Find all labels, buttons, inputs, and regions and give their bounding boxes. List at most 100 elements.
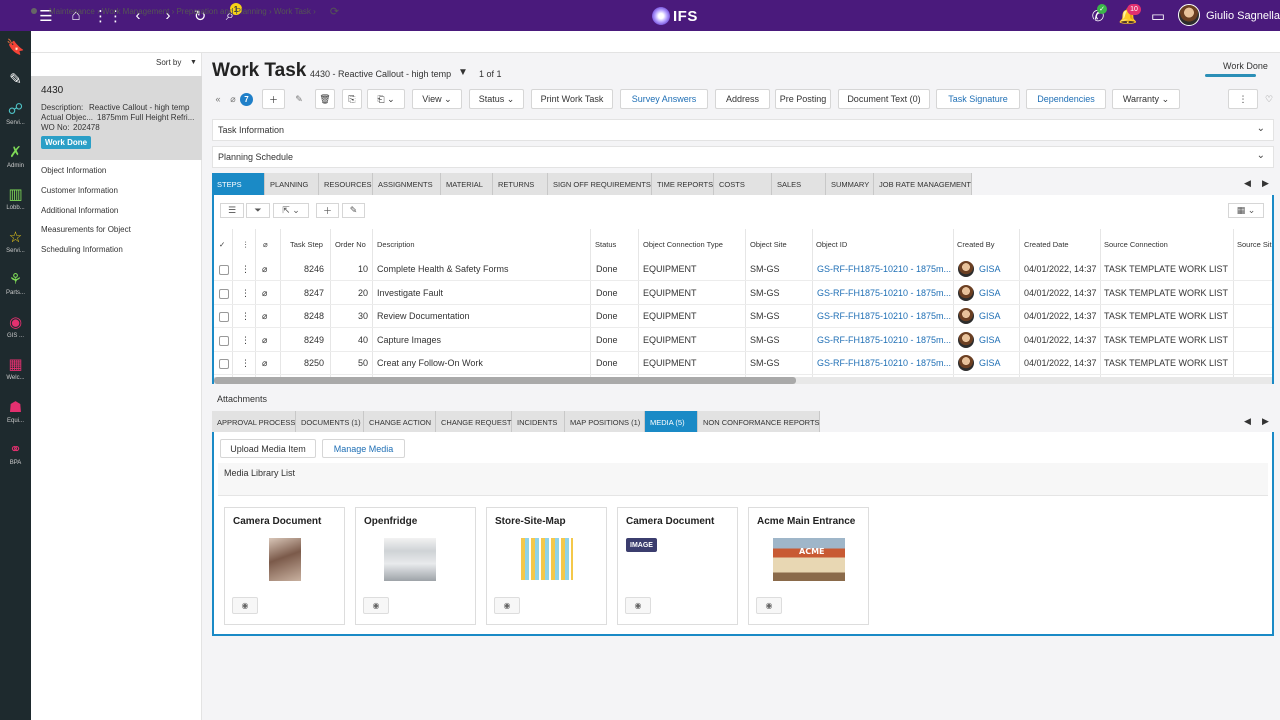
iconbar-item[interactable]: ✎ — [0, 71, 31, 89]
view-eye-icon[interactable]: ◉ — [232, 597, 258, 614]
iconbar-item[interactable]: ☗ Equi... — [0, 399, 31, 425]
survey-answers-button[interactable]: Survey Answers — [620, 89, 708, 109]
column-header-source-site[interactable]: Source Sit — [1237, 240, 1272, 249]
copy-menu-button[interactable]: ⎗ ⌄ — [367, 89, 405, 109]
record-card[interactable]: 4430 Description: Reactive Callout - hig… — [31, 76, 202, 160]
tab-steps[interactable]: STEPS — [212, 173, 265, 195]
record-selector[interactable]: 4430 - Reactive Callout - high temp — [310, 69, 451, 79]
column-header-task-step[interactable]: Task Step — [290, 240, 323, 249]
sort-caret-icon[interactable]: ▼ — [190, 59, 197, 66]
tab-returns[interactable]: RETURNS — [493, 173, 548, 195]
tab-incidents[interactable]: INCIDENTS — [512, 411, 565, 433]
iconbar-item[interactable]: ▥ Lobb... — [0, 186, 31, 212]
list-view-icon[interactable]: ☰ — [220, 203, 244, 218]
row-checkbox[interactable] — [219, 265, 229, 275]
row-menu-icon[interactable]: ⋮ — [241, 311, 250, 322]
tab-documents-1[interactable]: DOCUMENTS (1) — [296, 411, 364, 433]
edit-row-icon[interactable]: ✎ — [342, 203, 365, 218]
row-attachment-icon[interactable]: ⌀ — [262, 335, 267, 346]
row-attachment-icon[interactable]: ⌀ — [262, 264, 267, 275]
created-by-link[interactable]: GISA — [979, 311, 1001, 321]
media-thumbnail[interactable]: ACME — [773, 538, 845, 581]
object-id-link[interactable]: GS-RF-FH1875-10210 - 1875m... — [817, 288, 951, 298]
task-information-section[interactable]: Task Information ⌄ — [212, 119, 1274, 141]
nav-customer-information[interactable]: Customer Information — [41, 186, 118, 195]
column-header-object-site[interactable]: Object Site — [750, 240, 787, 249]
breadcrumb-item[interactable]: Work Management — [102, 7, 169, 16]
iconbar-item[interactable]: ☆ Servi... — [0, 229, 31, 255]
row-menu-icon[interactable]: ⋮ — [241, 264, 250, 275]
collapse-left-icon[interactable]: « — [212, 89, 224, 109]
media-card[interactable]: Openfridge ◉ — [355, 507, 476, 625]
iconbar-item[interactable]: ◉ GIS ... — [0, 314, 31, 340]
media-card[interactable]: Acme Main Entrance ACME ◉ — [748, 507, 869, 625]
print-work-task-button[interactable]: Print Work Task — [531, 89, 613, 109]
row-menu-icon[interactable]: ⋮ — [241, 288, 250, 299]
column-header-created-date[interactable]: Created Date — [1024, 240, 1069, 249]
tab-map-positions-1[interactable]: MAP POSITIONS (1) — [565, 411, 645, 433]
dependencies-button[interactable]: Dependencies — [1026, 89, 1106, 109]
media-thumbnail[interactable] — [269, 538, 301, 581]
row-menu-icon[interactable]: ⋮ — [241, 335, 250, 346]
attach-tabs-prev-icon[interactable]: ◀ — [1244, 416, 1251, 427]
export-menu-icon[interactable]: ⇱ ⌄ — [273, 203, 309, 218]
paperclip-icon[interactable]: ⌀ — [227, 89, 239, 109]
iconbar-item[interactable]: ☍ Servi... — [0, 101, 31, 127]
row-checkbox[interactable] — [219, 359, 229, 369]
document-text-button[interactable]: Document Text (0) — [838, 89, 930, 109]
select-all-check-icon[interactable]: ✓ — [219, 240, 225, 249]
tab-sign-off-requirements[interactable]: SIGN OFF REQUIREMENTS — [548, 173, 652, 195]
chevron-down-icon[interactable]: ⌄ — [1257, 150, 1265, 161]
view-eye-icon[interactable]: ◉ — [363, 597, 389, 614]
manage-media-button[interactable]: Manage Media — [322, 439, 405, 458]
duplicate-icon[interactable]: ⎘ — [342, 89, 362, 109]
tab-non-conformance-reports[interactable]: NON CONFORMANCE REPORTS — [698, 411, 820, 433]
breadcrumb-item[interactable]: Preparation and Planning — [176, 7, 266, 16]
column-header-source-connection[interactable]: Source Connection — [1104, 240, 1168, 249]
tab-resources[interactable]: RESOURCES — [319, 173, 373, 195]
favorite-heart-icon[interactable]: ♡ — [1262, 89, 1276, 109]
more-options-icon[interactable]: ⋮ — [1228, 89, 1258, 109]
row-checkbox[interactable] — [219, 289, 229, 299]
media-card[interactable]: Camera Document IMAGE ◉ — [617, 507, 738, 625]
inbox-icon[interactable]: ▭ — [1148, 0, 1168, 31]
address-button[interactable]: Address — [715, 89, 770, 109]
breadcrumb-item[interactable]: Maintenance — [49, 7, 95, 16]
object-id-link[interactable]: GS-RF-FH1875-10210 - 1875m... — [817, 358, 951, 368]
tab-planning[interactable]: PLANNING — [265, 173, 319, 195]
row-menu-icon[interactable]: ⋮ — [241, 358, 250, 369]
media-card[interactable]: Camera Document ◉ — [224, 507, 345, 625]
sort-by-label[interactable]: Sort by — [156, 58, 181, 67]
nav-object-information[interactable]: Object Information — [41, 166, 106, 175]
grid-scrollbar-thumb[interactable] — [214, 377, 796, 384]
created-by-link[interactable]: GISA — [979, 288, 1001, 298]
tab-change-action[interactable]: CHANGE ACTION — [364, 411, 436, 433]
view-menu[interactable]: View ⌄ — [412, 89, 462, 109]
row-checkbox[interactable] — [219, 312, 229, 322]
tab-sales[interactable]: SALES — [772, 173, 826, 195]
tab-job-rate-management[interactable]: JOB RATE MANAGEMENT — [874, 173, 972, 195]
object-id-link[interactable]: GS-RF-FH1875-10210 - 1875m... — [817, 335, 951, 345]
view-eye-icon[interactable]: ◉ — [494, 597, 520, 614]
row-checkbox[interactable] — [219, 336, 229, 346]
media-thumbnail[interactable] — [384, 538, 436, 581]
nav-scheduling-information[interactable]: Scheduling Information — [41, 245, 123, 254]
iconbar-item[interactable]: ▦ Welc... — [0, 356, 31, 382]
filter-icon[interactable]: ⏷ — [246, 203, 270, 218]
nav-additional-information[interactable]: Additional Information — [41, 206, 118, 215]
iconbar-item[interactable]: ⚘ Parts... — [0, 271, 31, 297]
new-button[interactable]: ＋ — [262, 89, 285, 109]
column-header-description[interactable]: Description — [377, 240, 415, 249]
column-header-object-id[interactable]: Object ID — [816, 240, 847, 249]
iconbar-item[interactable]: ✗ Admin — [0, 144, 31, 170]
media-thumbnail[interactable] — [521, 538, 573, 580]
view-eye-icon[interactable]: ◉ — [756, 597, 782, 614]
chevron-down-icon[interactable]: ⌄ — [1257, 123, 1265, 134]
task-signature-button[interactable]: Task Signature — [936, 89, 1020, 109]
iconbar-item[interactable]: ⚭ BPA — [0, 441, 31, 467]
created-by-link[interactable]: GISA — [979, 264, 1001, 274]
tab-summary[interactable]: SUMMARY — [826, 173, 874, 195]
row-attachment-icon[interactable]: ⌀ — [262, 288, 267, 299]
user-avatar[interactable] — [1178, 4, 1200, 26]
column-header-object-connection-type[interactable]: Object Connection Type — [643, 240, 723, 249]
